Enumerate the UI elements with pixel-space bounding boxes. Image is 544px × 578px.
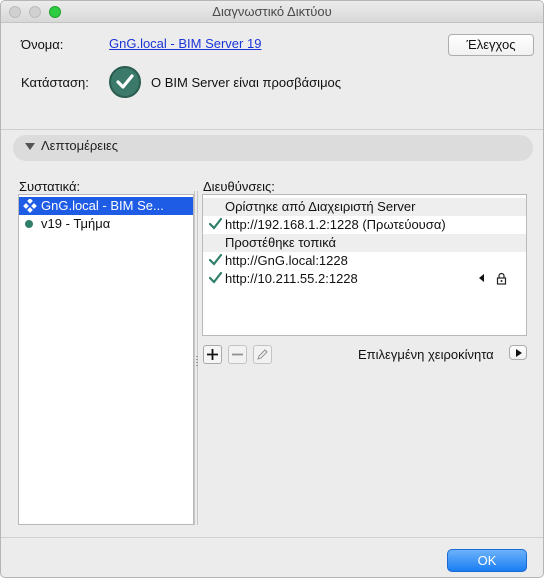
addresses-label: Διευθύνσεις: — [203, 179, 275, 194]
pane-splitter[interactable] — [194, 191, 198, 525]
address-text: http://10.211.55.2:1228 — [225, 271, 358, 286]
status-text: Ο BIM Server είναι προσβάσιμος — [151, 75, 342, 90]
edit-address-button[interactable] — [253, 345, 272, 364]
disclosure-triangle-icon — [25, 143, 35, 151]
play-selected-button[interactable] — [509, 345, 527, 360]
footer-divider — [1, 537, 543, 538]
component-item-team[interactable]: v19 - Τμήμα — [19, 215, 193, 233]
add-address-button[interactable] — [203, 345, 222, 364]
name-label: Όνομα: — [21, 37, 64, 52]
component-item-server[interactable]: GnG.local - BIM Se... — [19, 197, 193, 215]
title-bar: Διαγνωστικό Δικτύου — [1, 1, 543, 23]
address-text: http://192.168.1.2:1228 (Πρωτεύουσα) — [225, 217, 446, 232]
selected-manual-label: Επιλεγμένη χειροκίνητα — [358, 347, 494, 362]
check-icon — [208, 271, 223, 289]
address-group-header: Προστέθηκε τοπικά — [203, 234, 526, 252]
minimize-window-button[interactable] — [29, 6, 41, 18]
check-circle-icon — [109, 66, 141, 98]
address-row[interactable]: http://192.168.1.2:1228 (Πρωτεύουσα) — [203, 216, 526, 234]
addresses-list[interactable]: Ορίστηκε από Διαχειριστή Server http://1… — [202, 194, 527, 336]
address-group-header: Ορίστηκε από Διαχειριστή Server — [203, 198, 526, 216]
components-label: Συστατικά: — [19, 179, 81, 194]
close-window-button[interactable] — [9, 6, 21, 18]
address-row[interactable]: http://GnG.local:1228 — [203, 252, 526, 270]
ok-button[interactable]: OK — [447, 549, 527, 572]
check-icon — [208, 253, 223, 271]
lock-icon — [496, 272, 507, 290]
window-title: Διαγνωστικό Δικτύου — [212, 4, 332, 19]
network-diagnostics-window: Διαγνωστικό Δικτύου Όνομα: GnG.local - B… — [0, 0, 544, 578]
components-list[interactable]: GnG.local - BIM Se... v19 - Τμήμα — [18, 194, 194, 525]
status-label: Κατάσταση: — [21, 75, 89, 90]
address-text: http://GnG.local:1228 — [225, 253, 348, 268]
check-icon — [208, 217, 223, 235]
remove-address-button[interactable] — [228, 345, 247, 364]
component-item-label: v19 - Τμήμα — [41, 216, 111, 231]
play-icon — [516, 349, 522, 357]
section-divider — [1, 129, 543, 130]
details-label: Λεπτομέρειες — [41, 138, 119, 153]
check-button[interactable]: Έλεγχος — [448, 34, 534, 56]
details-disclosure[interactable]: Λεπτομέρειες — [13, 135, 533, 161]
zoom-window-button[interactable] — [49, 6, 61, 18]
green-dot-icon — [25, 220, 33, 228]
component-item-label: GnG.local - BIM Se... — [41, 198, 164, 213]
selected-arrow-icon — [479, 274, 484, 282]
server-name-link[interactable]: GnG.local - BIM Server 19 — [109, 36, 261, 51]
address-row[interactable]: http://10.211.55.2:1228 — [203, 270, 526, 288]
pencil-icon — [257, 349, 268, 360]
